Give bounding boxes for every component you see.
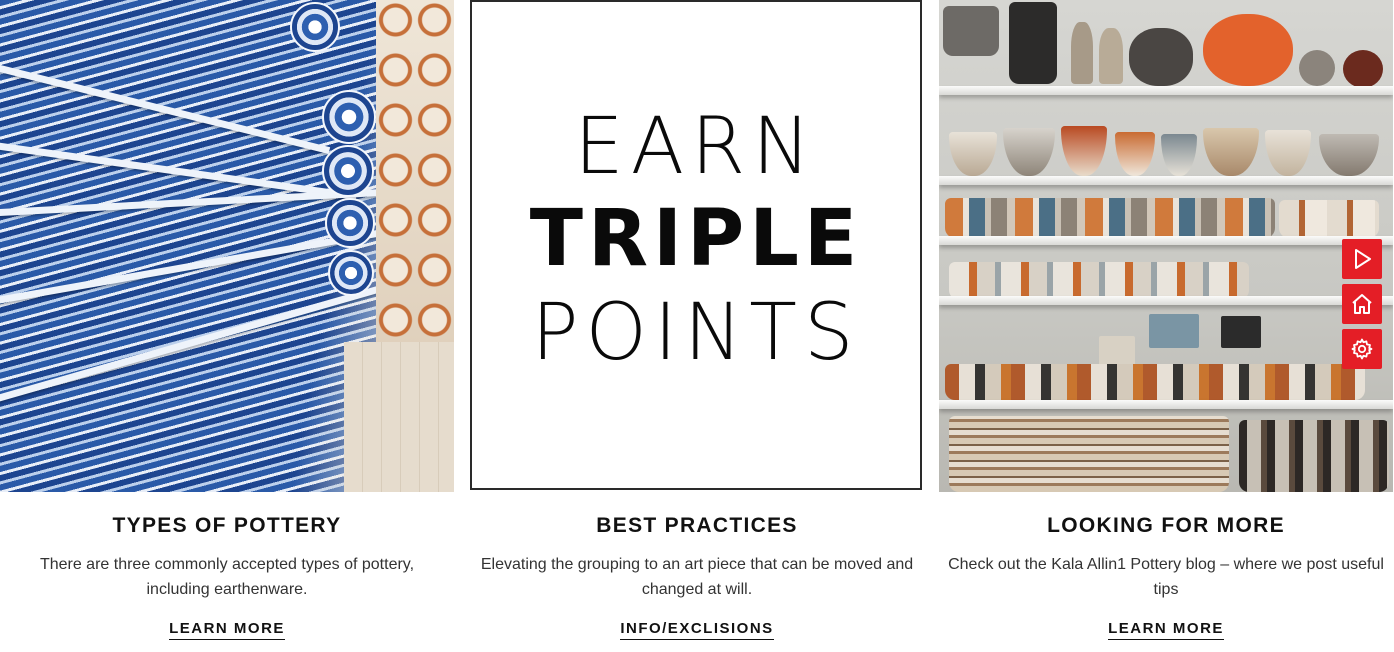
settings-button[interactable] [1342, 329, 1382, 369]
home-icon [1352, 294, 1372, 314]
card-title: TYPES OF POTTERY [112, 514, 342, 537]
info-exclusions-link[interactable]: INFO/EXCLISIONS [620, 620, 774, 640]
blue-pottery-shop-image[interactable] [0, 0, 454, 492]
promo-line-triple: TRIPLE [529, 194, 863, 284]
home-button[interactable] [1342, 284, 1382, 324]
card-looking-for-more: LOOKING FOR MORE Check out the Kala Alli… [939, 0, 1393, 640]
play-icon [1355, 249, 1371, 269]
card-description: There are three commonly accepted types … [39, 556, 415, 598]
promo-banner[interactable]: EARN TRIPLE POINTS [470, 0, 924, 492]
card-description: Elevating the grouping to an art piece t… [480, 556, 914, 598]
side-toolbar [1342, 239, 1384, 374]
promo-line-points: POINTS [531, 288, 861, 378]
play-button[interactable] [1342, 239, 1382, 279]
pottery-shelves-image[interactable] [939, 0, 1393, 492]
promo-box: EARN TRIPLE POINTS [470, 0, 922, 490]
gear-icon [1351, 338, 1373, 360]
card-title: LOOKING FOR MORE [1047, 514, 1285, 537]
card-types-of-pottery: TYPES OF POTTERY There are three commonl… [0, 0, 454, 640]
card-description: Check out the Kala Allin1 Pottery blog –… [948, 556, 1384, 598]
promo-line-earn: EARN [574, 102, 818, 192]
card-title: BEST PRACTICES [596, 514, 798, 537]
card-best-practices: EARN TRIPLE POINTS BEST PRACTICES Elevat… [470, 0, 924, 640]
learn-more-link[interactable]: LEARN MORE [1108, 620, 1224, 640]
page: TYPES OF POTTERY There are three commonl… [0, 0, 1394, 652]
learn-more-link[interactable]: LEARN MORE [169, 620, 285, 640]
